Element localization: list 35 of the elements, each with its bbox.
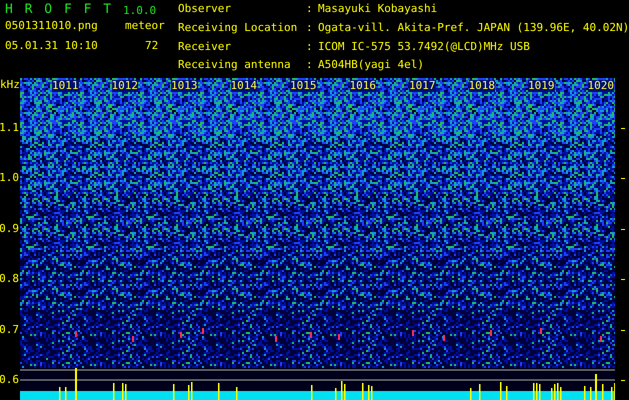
info-colon: : — [306, 40, 314, 54]
info-value: Masayuki Kobayashi — [318, 3, 438, 17]
meteor-count: 72 — [144, 38, 160, 52]
time-label: 1017 — [409, 80, 436, 92]
y-tick-label: 0.8 — [0, 273, 19, 286]
info-value: Ogata-vill. Akita-Pref. JAPAN (139.96E, 40.02N) — [318, 22, 629, 36]
y-tick-label: 0.7 — [0, 324, 19, 336]
app-title: H R O F F T — [5, 2, 114, 18]
info-value: ICOM IC-575 53.7492(@LCD)MHz USB — [318, 40, 531, 54]
info-label: Receiving antenna — [178, 59, 292, 74]
time-label: 1015 — [290, 80, 316, 92]
info-colon: : — [306, 3, 314, 17]
y-tick-label: 1.1 — [0, 122, 19, 134]
time-label: 1011 — [52, 80, 78, 92]
info-value: A504HB(yagi 4el) — [318, 59, 425, 74]
time-label: 1013 — [171, 80, 198, 92]
y-tick-label: 0.9 — [0, 222, 19, 235]
unit-label: kHz — [0, 78, 20, 91]
info-label: Receiver — [178, 40, 232, 54]
datetime-label: 05.01.31 10:10 — [5, 38, 99, 52]
y-tick-label: 1.0 — [0, 172, 19, 184]
info-label: Receiving Location — [178, 22, 298, 36]
info-colon: : — [306, 59, 314, 74]
time-label: 1016 — [350, 80, 376, 92]
info-colon: : — [306, 22, 314, 36]
time-label: 1018 — [468, 80, 495, 92]
info-label: Observer — [178, 3, 232, 17]
version-label: 1.0.0 — [123, 4, 158, 16]
y-tick-label: 0.6 — [0, 374, 19, 386]
time-label: 1014 — [230, 80, 257, 92]
time-label: 1012 — [112, 80, 138, 92]
time-label: 1019 — [528, 80, 554, 92]
filename-label: 0501311010.png — [5, 19, 99, 32]
meteor-label: meteor — [124, 19, 166, 32]
time-label: 1020 — [588, 80, 614, 92]
